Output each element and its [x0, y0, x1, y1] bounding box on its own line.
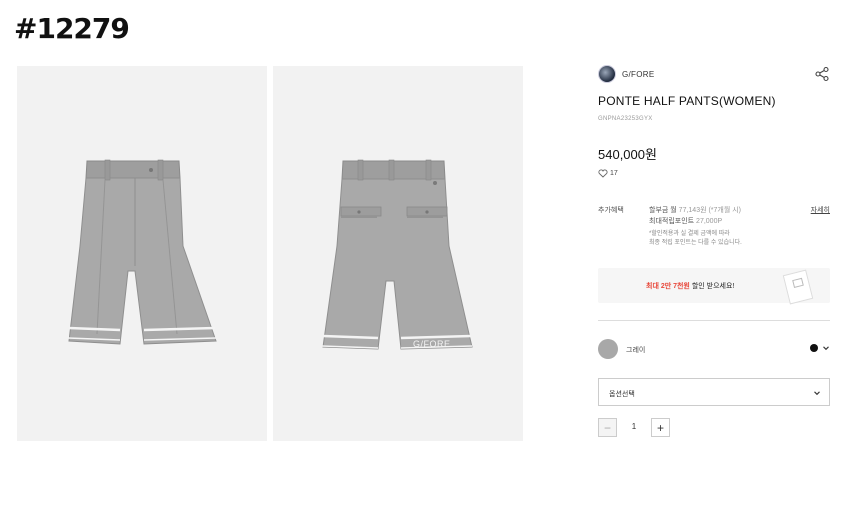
- installment-value: 77,143원 (*7개월 시): [678, 207, 742, 214]
- coupon-card-icon: [782, 269, 814, 305]
- benefit-detail-link[interactable]: 자세히: [811, 205, 830, 215]
- divider: [598, 320, 830, 321]
- benefit-note: *할인적용과 실 결제 금액에 따라 최종 적립 포인트는 다를 수 있습니다.: [649, 230, 742, 248]
- coupon-text: 최대 2만 7천원 할인 받으세요!: [646, 281, 734, 291]
- benefit-note-line-1: *할인적용과 실 결제 금액에 따라: [649, 231, 730, 237]
- quantity-value[interactable]: 1: [627, 422, 641, 431]
- color-dropdown[interactable]: [810, 344, 830, 352]
- back-logo-text: G/FORE: [413, 339, 451, 349]
- product-image-front[interactable]: [17, 66, 267, 441]
- quantity-decrease-button[interactable]: −: [598, 418, 617, 437]
- ticket-id: #12279: [14, 12, 130, 45]
- brand-row[interactable]: G/FORE: [598, 62, 830, 86]
- back-shorts-illustration: G/FORE: [321, 159, 473, 350]
- product-image-back[interactable]: G/FORE: [273, 66, 523, 441]
- selected-color-dot: [810, 344, 818, 352]
- heart-icon: [598, 169, 608, 178]
- brand-logo[interactable]: [598, 65, 616, 83]
- option-placeholder: 옵션선택: [609, 391, 635, 398]
- installment-prefix: 할부금 월: [649, 207, 677, 214]
- like-count: 17: [610, 170, 618, 177]
- like-button[interactable]: 17: [598, 169, 830, 178]
- coupon-highlight: 최대 2만 7천원: [646, 283, 690, 290]
- chevron-down-icon: [823, 346, 829, 351]
- share-icon[interactable]: [814, 66, 830, 82]
- color-option-row: 그레이: [598, 339, 830, 359]
- color-label: 그레이: [626, 347, 646, 354]
- benefit-label: 추가혜택: [598, 207, 624, 214]
- product-title: PONTE HALF PANTS(WOMEN): [598, 94, 776, 108]
- quantity-stepper: − 1 +: [598, 418, 678, 437]
- option-select[interactable]: 옵션선택: [598, 378, 830, 406]
- product-info-panel: G/FORE PONTE HALF PANTS(WOMEN) GNPNA2325…: [598, 62, 830, 437]
- product-price: 540,000원: [598, 147, 657, 162]
- color-swatch-gray[interactable]: [598, 339, 618, 359]
- quantity-increase-button[interactable]: +: [651, 418, 670, 437]
- brand-name[interactable]: G/FORE: [622, 70, 654, 79]
- benefit-note-line-2: 최종 적립 포인트는 다를 수 있습니다.: [649, 240, 742, 246]
- points-prefix: 최대적립포인트: [649, 218, 695, 225]
- benefit-details: 할부금 월 77,143원 (*7개월 시) 최대적립포인트 27,000P *…: [649, 205, 742, 248]
- points-value: 27,000P: [696, 218, 723, 225]
- front-shorts-illustration: [67, 159, 217, 345]
- coupon-suffix: 할인 받으세요!: [689, 283, 735, 290]
- product-code: GNPNA23253GYX: [598, 116, 653, 122]
- coupon-banner[interactable]: 최대 2만 7천원 할인 받으세요!: [598, 268, 830, 305]
- chevron-down-icon: [814, 391, 820, 396]
